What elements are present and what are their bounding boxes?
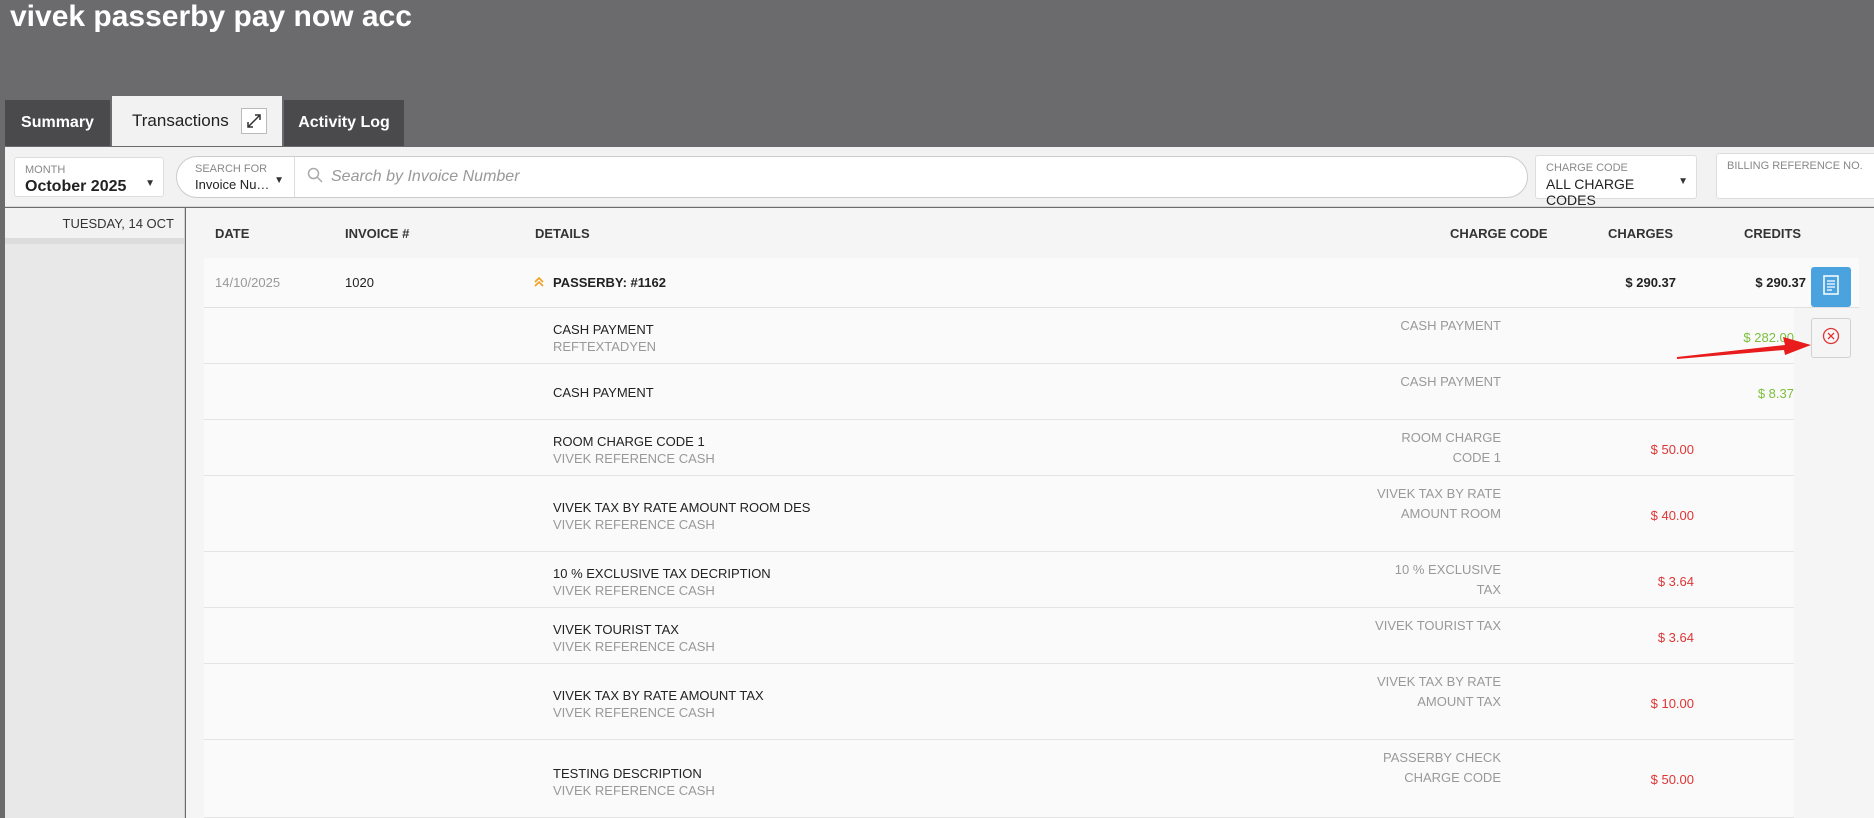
charge-code-label: CHARGE CODE — [1546, 162, 1628, 174]
detail-charge: $ 50.00 — [1650, 442, 1694, 457]
detail-charge: $ 3.64 — [1657, 630, 1694, 645]
detail-row[interactable]: VIVEK TAX BY RATE AMOUNT TAX VIVEK REFER… — [204, 664, 1794, 740]
month-label: MONTH — [25, 164, 66, 176]
detail-description: CASH PAYMENT — [553, 322, 654, 337]
search-placeholder: Search by Invoice Number — [331, 168, 520, 185]
invoice-number: 1020 — [345, 275, 374, 290]
billing-ref-label: BILLING REFERENCE NO. — [1727, 160, 1863, 172]
detail-description: TESTING DESCRIPTION — [553, 766, 702, 781]
detail-charge-code: VIVEK TAX BY RATE AMOUNT TAX — [1376, 674, 1501, 709]
detail-charge-code: VIVEK TOURIST TAX — [1375, 618, 1501, 633]
detail-row[interactable]: ROOM CHARGE CODE 1 VIVEK REFERENCE CASH … — [204, 420, 1794, 476]
red-arrow-annotation — [1677, 337, 1811, 359]
expand-icon[interactable] — [240, 108, 267, 134]
invoice-date: 14/10/2025 — [215, 275, 281, 290]
invoice-charges: $ 290.37 — [1625, 275, 1676, 290]
detail-reference: VIVEK REFERENCE CASH — [553, 451, 715, 466]
detail-description: ROOM CHARGE CODE 1 — [553, 434, 705, 449]
detail-description: VIVEK TAX BY RATE AMOUNT ROOM DES — [553, 500, 811, 515]
search-for-value: Invoice Nu… — [195, 177, 270, 192]
column-header-date: DATE — [215, 226, 250, 241]
tab-transactions-label: Transactions — [132, 111, 229, 130]
detail-charge-code: CASH PAYMENT — [1400, 374, 1501, 389]
detail-row[interactable]: VIVEK TOURIST TAX VIVEK REFERENCE CASH V… — [204, 608, 1794, 664]
detail-reference: VIVEK REFERENCE CASH — [553, 705, 715, 720]
detail-reference: VIVEK REFERENCE CASH — [553, 583, 715, 598]
tab-transactions[interactable]: Transactions — [112, 96, 282, 146]
filter-toolbar: MONTH October 2025 ▼ SEARCH FOR Invoice … — [5, 147, 1874, 208]
tab-activity-log[interactable]: Activity Log — [284, 100, 404, 146]
detail-reference: REFTEXTADYEN — [553, 339, 657, 354]
detail-charge-code: CASH PAYMENT — [1400, 318, 1501, 333]
column-header-charges: CHARGES — [1608, 226, 1674, 241]
detail-credit: $ 8.37 — [1757, 386, 1794, 401]
invoice-details: PASSERBY: #1162 — [553, 275, 666, 290]
search-input[interactable]: Search by Invoice Number — [307, 157, 1507, 197]
month-select[interactable]: MONTH October 2025 ▼ — [14, 157, 164, 197]
detail-reference: VIVEK REFERENCE CASH — [553, 783, 715, 798]
charge-code-value: ALL CHARGE CODES — [1546, 176, 1635, 208]
invoice-row[interactable]: 14/10/2025 1020 PASSERBY: #1162 $ 290.37… — [204, 258, 1859, 308]
caret-down-icon: ▼ — [145, 178, 155, 189]
detail-charge: $ 40.00 — [1650, 508, 1694, 523]
detail-row[interactable]: CASH PAYMENT CASH PAYMENT $ 8.37 — [204, 364, 1794, 420]
page-title: vivek passerby pay now acc — [10, 0, 412, 33]
search-group: SEARCH FOR Invoice Nu… ▼ Search by Invoi… — [176, 156, 1528, 198]
detail-description: 10 % EXCLUSIVE TAX DECRIPTION — [553, 566, 771, 581]
charge-code-select[interactable]: CHARGE CODE ALL CHARGE CODES ▼ — [1535, 155, 1697, 208]
detail-description: VIVEK TAX BY RATE AMOUNT TAX — [553, 688, 764, 703]
search-icon — [307, 167, 323, 188]
detail-charge: $ 50.00 — [1650, 772, 1694, 787]
detail-reference: VIVEK REFERENCE CASH — [553, 517, 715, 532]
close-circle-icon — [1822, 327, 1840, 350]
column-header-charge-code: CHARGE CODE — [1450, 226, 1548, 241]
detail-reference: VIVEK REFERENCE CASH — [553, 639, 715, 654]
detail-row[interactable]: TESTING DESCRIPTION VIVEK REFERENCE CASH… — [204, 740, 1794, 818]
month-value: October 2025 — [25, 178, 127, 195]
tab-bar: Summary Transactions Activity Log — [5, 96, 406, 146]
detail-charge-code: 10 % EXCLUSIVE TAX — [1394, 562, 1501, 597]
column-header-invoice: INVOICE # — [345, 226, 410, 241]
tab-summary[interactable]: Summary — [5, 100, 110, 146]
print-receipt-button[interactable] — [1811, 267, 1851, 307]
search-for-label: SEARCH FOR — [195, 163, 268, 175]
invoice-credits: $ 290.37 — [1755, 275, 1806, 290]
detail-row[interactable]: 10 % EXCLUSIVE TAX DECRIPTION VIVEK REFE… — [204, 552, 1794, 608]
date-sidebar: TUESDAY, 14 OCT — [5, 208, 185, 818]
detail-row[interactable]: VIVEK TAX BY RATE AMOUNT ROOM DES VIVEK … — [204, 476, 1794, 552]
column-header-details: DETAILS — [535, 226, 590, 241]
receipt-icon — [1822, 274, 1840, 300]
void-transaction-button[interactable] — [1811, 318, 1851, 358]
detail-charge: $ 10.00 — [1650, 696, 1694, 711]
detail-description: CASH PAYMENT — [553, 385, 654, 400]
collapse-chevron-icon[interactable] — [534, 275, 544, 290]
detail-charge-code: VIVEK TAX BY RATE AMOUNT ROOM — [1376, 486, 1501, 521]
detail-charge-code: PASSERBY CHECK CHARGE CODE — [1382, 750, 1501, 785]
detail-charge: $ 3.64 — [1657, 574, 1694, 589]
caret-down-icon: ▼ — [274, 175, 284, 186]
billing-reference-input[interactable]: BILLING REFERENCE NO. — [1716, 153, 1874, 199]
column-header-credits: CREDITS — [1744, 226, 1802, 241]
detail-description: VIVEK TOURIST TAX — [553, 622, 679, 637]
detail-row[interactable]: CASH PAYMENT REFTEXTADYEN CASH PAYMENT $… — [204, 308, 1794, 364]
search-for-select[interactable]: SEARCH FOR Invoice Nu… ▼ — [177, 157, 295, 197]
caret-down-icon: ▼ — [1678, 176, 1688, 187]
sidebar-date[interactable]: TUESDAY, 14 OCT — [5, 208, 184, 244]
transactions-panel: DATE INVOICE # DETAILS CHARGE CODE CHARG… — [186, 208, 1874, 818]
detail-charge-code: ROOM CHARGE CODE 1 — [1401, 430, 1501, 465]
